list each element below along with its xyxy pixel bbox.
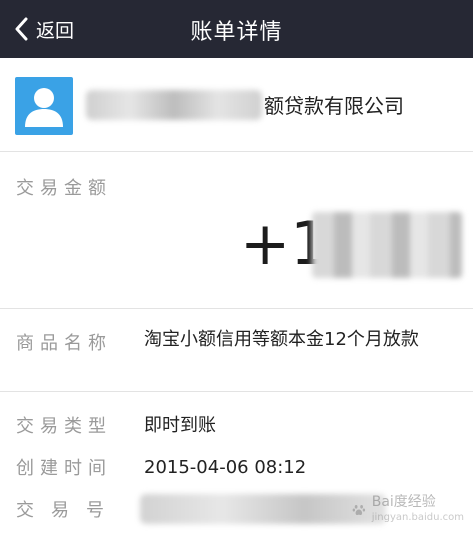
top-navigation-bar: 返回 账单详情: [0, 0, 473, 58]
watermark-brand: Bai度经验: [371, 494, 436, 510]
counterparty-row: 额贷款有限公司: [0, 64, 473, 152]
masked-company-name: [86, 90, 262, 120]
user-icon: [25, 88, 63, 127]
avatar: [15, 77, 73, 135]
transaction-type-label: 交易类型: [16, 416, 112, 437]
amount-label: 交易金额: [16, 178, 112, 199]
page-title: 账单详情: [190, 20, 283, 45]
watermark-text: Bai度经验 jingyan.baidu.com: [372, 494, 464, 526]
company-name: 额贷款有限公司: [264, 94, 404, 118]
paw-logo-icon: [352, 504, 366, 515]
watermark: Bai度经验 jingyan.baidu.com: [352, 490, 464, 530]
transaction-type-value: 即时到账: [144, 415, 216, 436]
transaction-number-label: 交易号: [16, 500, 121, 521]
product-name-label: 商品名称: [16, 333, 112, 354]
masked-amount: [312, 212, 462, 278]
watermark-url: jingyan.baidu.com: [371, 512, 464, 523]
product-name-row: 商品名称 淘宝小额信用等额本金12个月放款: [0, 309, 473, 392]
amount-section: 交易金额 +1: [0, 152, 473, 309]
product-name-value: 淘宝小额信用等额本金12个月放款: [144, 329, 419, 350]
transaction-type-row: 交易类型 即时到账: [0, 392, 473, 437]
masked-transaction-number: [140, 494, 386, 524]
created-time-row: 创建时间 2015-04-06 08:12: [0, 440, 473, 484]
created-time-label: 创建时间: [16, 458, 112, 479]
created-time-value: 2015-04-06 08:12: [144, 457, 307, 478]
